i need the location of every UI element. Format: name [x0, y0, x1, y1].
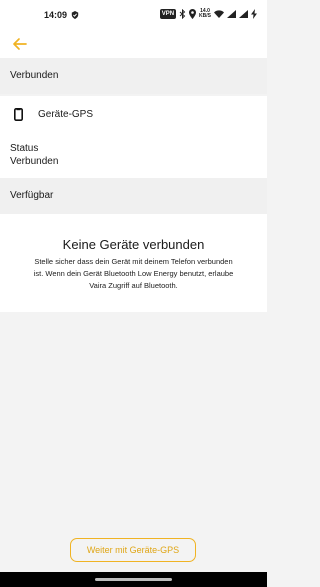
signal-icon: [227, 10, 236, 18]
arrow-left-icon[interactable]: [10, 34, 30, 54]
device-row[interactable]: Geräte-GPS: [0, 96, 267, 133]
continue-button[interactable]: Weiter mit Geräte-GPS: [70, 538, 196, 562]
status-bar: 14:09 VPN 14.0 KB/S: [0, 0, 267, 30]
status-value: Verbunden: [10, 156, 59, 167]
empty-state-body: Stelle sicher dass dein Gerät mit deinem…: [33, 257, 234, 290]
app-bar: [0, 30, 267, 58]
status-label: Status: [10, 143, 39, 154]
gesture-handle[interactable]: [95, 578, 172, 581]
wifi-icon: [214, 10, 224, 18]
section-header-connected: Verbunden: [0, 58, 267, 94]
battery-charging-icon: [251, 9, 257, 19]
signal-icon-secondary: [239, 10, 248, 18]
network-speed-unit: KB/S: [199, 13, 211, 19]
smartphone-icon: [14, 108, 23, 121]
location-icon: [189, 9, 197, 19]
system-nav-bar: [0, 572, 267, 587]
section-header-available: Verfügbar: [0, 178, 267, 214]
shield-icon: [71, 11, 79, 19]
empty-state-title: Keine Geräte verbunden: [62, 237, 205, 252]
network-speed: 14.0 KB/S: [199, 9, 211, 19]
system-icons: VPN 14.0 KB/S: [159, 9, 257, 19]
device-name: Geräte-GPS: [38, 109, 94, 120]
status-time: 14:09: [44, 10, 68, 20]
vpn-badge: VPN: [159, 9, 177, 19]
bluetooth-icon: [179, 9, 186, 19]
